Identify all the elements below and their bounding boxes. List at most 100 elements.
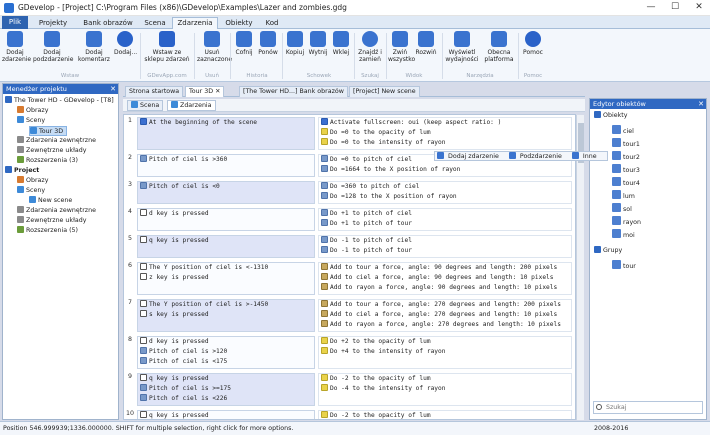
object-item[interactable]: tour4 bbox=[612, 177, 640, 187]
action-line[interactable]: Do +2 to the opacity of lum bbox=[319, 337, 571, 347]
expand-button[interactable]: Rozwiń bbox=[413, 31, 439, 73]
tree-item-external-events-2[interactable]: Zdarzenia zewnętrzne bbox=[17, 206, 96, 216]
find-replace-button[interactable]: Znajdź i zamień bbox=[356, 31, 384, 73]
redo-button[interactable]: Ponów bbox=[256, 31, 280, 73]
object-group-objects[interactable]: Obiekty bbox=[594, 111, 627, 121]
event-conditions[interactable]: q key is pressed Pitch of ciel is >=175 Pi… bbox=[137, 373, 315, 406]
event-conditions[interactable]: At the beginning of the scene bbox=[137, 117, 315, 150]
ribbon-tab-projekty[interactable]: Projekty bbox=[34, 17, 72, 29]
sub-tab-scene[interactable]: Scena bbox=[127, 100, 164, 111]
event-row[interactable]: 3 Pitch of ciel is <0 Do =360 to pitch of … bbox=[124, 181, 575, 204]
ribbon-tab-scena[interactable]: Scena bbox=[140, 17, 170, 29]
close-icon[interactable]: ✕ bbox=[698, 99, 704, 109]
cut-button[interactable]: Wytnij bbox=[307, 31, 329, 73]
condition-line[interactable]: z key is pressed bbox=[138, 273, 314, 283]
action-line[interactable]: Do +1 to pitch of tour bbox=[319, 219, 571, 229]
action-line[interactable]: Add to rayon a force, angle: 270 degrees… bbox=[319, 320, 571, 330]
event-actions[interactable]: Activate fullscreen: oui (keep aspect ra… bbox=[318, 117, 572, 150]
action-line[interactable]: Do =0 to the intensity of rayon bbox=[319, 138, 571, 148]
event-actions[interactable]: Add to tour a force, angle: 90 degrees a… bbox=[318, 262, 572, 295]
condition-line[interactable]: q key is pressed bbox=[138, 374, 314, 384]
object-item[interactable]: ciel bbox=[612, 125, 634, 135]
tree-item-extensions[interactable]: Rozszerzenia (3) bbox=[17, 156, 78, 166]
float-subevent-button[interactable]: Podzdarzenie bbox=[508, 152, 566, 160]
condition-line[interactable]: At the beginning of the scene bbox=[138, 118, 314, 128]
event-actions[interactable]: Do =360 to pitch of ciel Do =128 to the X… bbox=[318, 181, 572, 204]
event-row[interactable]: 5q key is pressed Do -1 to pitch of ciel D… bbox=[124, 235, 575, 258]
object-item[interactable]: lum bbox=[612, 190, 635, 200]
close-icon[interactable]: ✕ bbox=[110, 84, 116, 94]
tree-item-external-layouts[interactable]: Zewnętrzne układy bbox=[17, 146, 86, 156]
show-performance-button[interactable]: Wyświetl wydajności bbox=[444, 31, 480, 73]
add-subevent-button[interactable]: Dodaj podzdarzenie bbox=[33, 31, 73, 73]
ribbon-tab-zdarzenia[interactable]: Zdarzenia bbox=[172, 17, 218, 29]
copy-button[interactable]: Kopiuj bbox=[284, 31, 306, 73]
event-actions[interactable]: Add to tour a force, angle: 270 degrees … bbox=[318, 299, 572, 332]
condition-line[interactable]: The Y position of ciel is >-1450 bbox=[138, 300, 314, 310]
action-line[interactable]: Add to ciel a force, angle: 90 degrees a… bbox=[319, 273, 571, 283]
action-line[interactable]: Do =360 to pitch of ciel bbox=[319, 182, 571, 192]
action-line[interactable]: Add to tour a force, angle: 270 degrees … bbox=[319, 300, 571, 310]
action-line[interactable]: Do +4 to the intensity of rayon bbox=[319, 347, 571, 357]
condition-line[interactable]: d key is pressed bbox=[138, 337, 314, 347]
minimize-button[interactable]: — bbox=[640, 0, 662, 16]
event-actions[interactable]: Do -1 to pitch of ciel Do -1 to pitch of … bbox=[318, 235, 572, 258]
tree-item-tour3d[interactable]: Tour 3D bbox=[29, 126, 68, 136]
ribbon-tab-kod[interactable]: Kod bbox=[260, 17, 284, 29]
action-line[interactable]: Do -2 to the opacity of lum bbox=[319, 411, 571, 419]
condition-line[interactable]: Pitch of ciel is <226 bbox=[138, 394, 314, 404]
condition-line[interactable]: Pitch of ciel is <175 bbox=[138, 357, 314, 367]
action-line[interactable]: Do =128 to the X position of rayon bbox=[319, 192, 571, 202]
close-window-button[interactable]: ✕ bbox=[688, 0, 710, 16]
action-line[interactable]: Do -1 to pitch of ciel bbox=[319, 236, 571, 246]
event-conditions[interactable]: Pitch of ciel is <0 bbox=[137, 181, 315, 204]
paste-button[interactable]: Wklej bbox=[330, 31, 352, 73]
condition-line[interactable]: q key is pressed bbox=[138, 236, 314, 246]
event-row[interactable]: 6 The Y position of ciel is <-1310 z key i… bbox=[124, 262, 575, 295]
current-platform-button[interactable]: Obecna platforma bbox=[482, 31, 516, 73]
object-group-groups[interactable]: Grupy bbox=[594, 246, 622, 256]
doc-tab-image-bank[interactable]: [The Tower HD...] Bank obrazów bbox=[239, 86, 348, 97]
action-line[interactable]: Add to tour a force, angle: 90 degrees a… bbox=[319, 263, 571, 273]
object-item[interactable]: sol bbox=[612, 203, 632, 213]
event-conditions[interactable]: Pitch of ciel is >360 bbox=[137, 154, 315, 177]
action-line[interactable]: Do -2 to the opacity of lum bbox=[319, 374, 571, 384]
collapse-all-button[interactable]: Zwiń wszystko bbox=[388, 31, 415, 73]
tree-item-images[interactable]: Obrazy bbox=[17, 106, 48, 116]
object-item[interactable]: rayon bbox=[612, 216, 641, 226]
condition-line[interactable]: Pitch of ciel is >360 bbox=[138, 155, 314, 165]
sub-tab-events[interactable]: Zdarzenia bbox=[167, 100, 216, 111]
event-row[interactable]: 10q key is pressedPitch of ciel is >120P… bbox=[124, 410, 575, 419]
event-row[interactable]: 4d key is pressed Do +1 to pitch of ciel D… bbox=[124, 208, 575, 231]
tree-item-external-events[interactable]: Zdarzenia zewnętrzne bbox=[17, 136, 96, 146]
event-actions[interactable]: Do -2 to the opacity of lum Do -4 to the … bbox=[318, 373, 572, 406]
event-row[interactable]: 9 q key is pressed Pitch of ciel is >=175 P… bbox=[124, 373, 575, 406]
ribbon-tab-bank-obrazow[interactable]: Bank obrazów bbox=[80, 17, 136, 29]
action-line[interactable]: Do +1 to pitch of ciel bbox=[319, 209, 571, 219]
action-line[interactable]: Add to rayon a force, angle: 90 degrees … bbox=[319, 283, 571, 293]
event-conditions[interactable]: The Y position of ciel is >-1450 s key is… bbox=[137, 299, 315, 332]
event-conditions[interactable]: d key is pressed bbox=[137, 208, 315, 231]
action-line[interactable]: Do -1 to pitch of tour bbox=[319, 246, 571, 256]
object-item[interactable]: tour1 bbox=[612, 138, 640, 148]
doc-tab-tour3d[interactable]: Tour 3D ✕ bbox=[185, 86, 225, 97]
condition-line[interactable]: d key is pressed bbox=[138, 209, 314, 219]
insert-from-store-button[interactable]: Wstaw ze sklepu zdarzeń bbox=[144, 31, 190, 73]
condition-line[interactable]: Pitch of ciel is >120 bbox=[138, 347, 314, 357]
doc-tab-start-page[interactable]: Strona startowa bbox=[125, 86, 184, 97]
undo-button[interactable]: Cofnij bbox=[232, 31, 256, 73]
event-conditions[interactable]: q key is pressed bbox=[137, 235, 315, 258]
condition-line[interactable]: Pitch of ciel is <0 bbox=[138, 182, 314, 192]
tree-item-images-2[interactable]: Obrazy bbox=[17, 176, 48, 186]
add-event-button[interactable]: Dodaj zdarzenie bbox=[2, 31, 31, 73]
tree-item-extensions-2[interactable]: Rozszerzenia (5) bbox=[17, 226, 78, 236]
tree-item-scenes[interactable]: Sceny bbox=[17, 116, 45, 126]
object-item[interactable]: tour2 bbox=[612, 151, 640, 161]
action-line[interactable]: Do =0 to the opacity of lum bbox=[319, 128, 571, 138]
float-other-button[interactable]: Inne bbox=[571, 152, 601, 160]
tree-item-scenes-2[interactable]: Sceny bbox=[17, 186, 45, 196]
condition-line[interactable]: q key is pressed bbox=[138, 411, 314, 419]
event-actions[interactable]: Do +1 to pitch of ciel Do +1 to pitch of … bbox=[318, 208, 572, 231]
condition-line[interactable]: s key is pressed bbox=[138, 310, 314, 320]
tree-item-project-tower[interactable]: The Tower HD - GDevelop - [T8] bbox=[5, 96, 114, 106]
